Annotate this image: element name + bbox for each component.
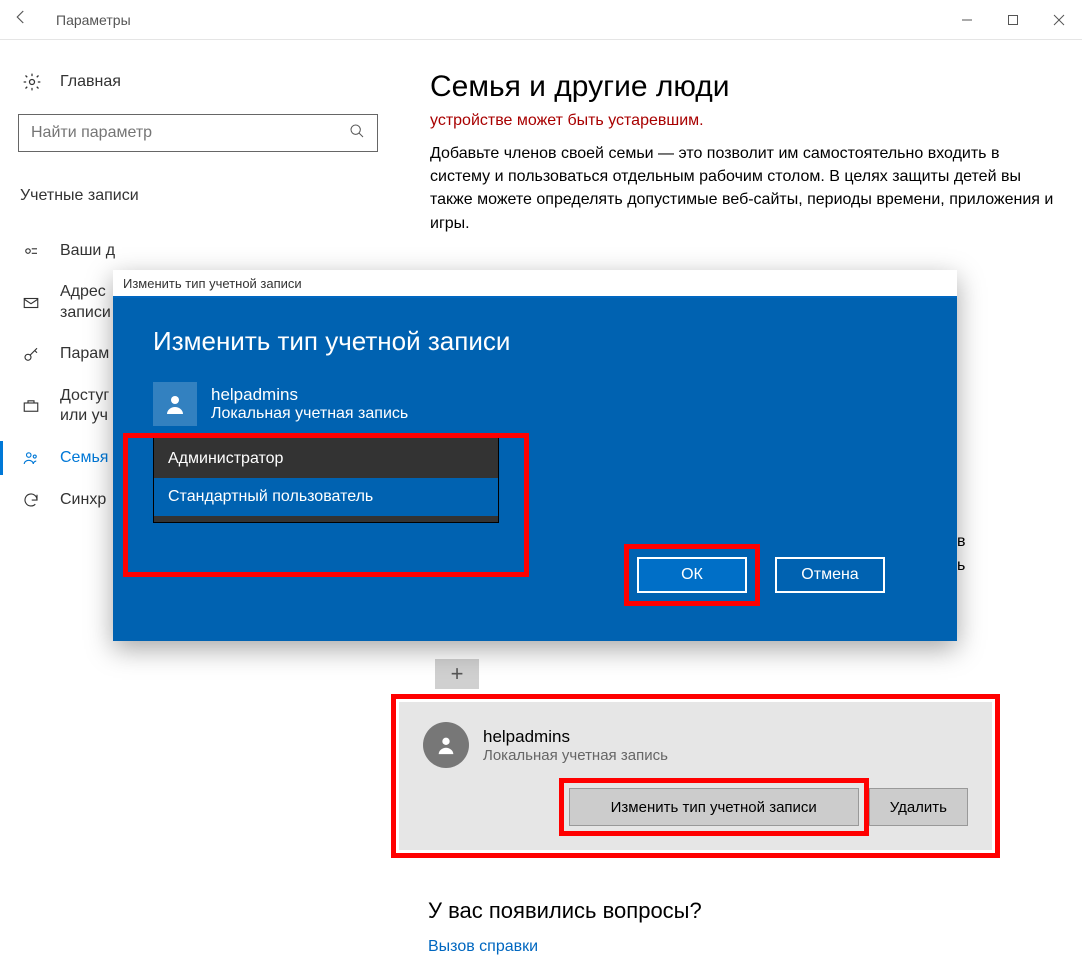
change-account-type-button[interactable]: Изменить тип учетной записи bbox=[569, 788, 859, 826]
badge-icon bbox=[20, 240, 42, 262]
help-link[interactable]: Вызов справки bbox=[428, 938, 538, 955]
add-user-tab[interactable]: + bbox=[435, 659, 479, 689]
briefcase-icon bbox=[20, 395, 42, 417]
search-input-wrap[interactable] bbox=[18, 114, 378, 152]
dialog-user-row: helpadmins Локальная учетная запись bbox=[153, 382, 917, 426]
mail-icon bbox=[20, 292, 42, 314]
back-button[interactable] bbox=[12, 8, 48, 31]
dialog-user-name: helpadmins bbox=[211, 385, 408, 405]
change-account-type-dialog: Изменить тип учетной записи Изменить тип… bbox=[113, 270, 957, 641]
description-text: Добавьте членов своей семьи — это позвол… bbox=[430, 142, 1062, 235]
button-label: Изменить тип учетной записи bbox=[611, 799, 817, 816]
card-user-name: helpadmins bbox=[483, 727, 668, 747]
section-label: Учетные записи bbox=[20, 187, 400, 205]
card-user-type: Локальная учетная запись bbox=[483, 747, 668, 764]
user-avatar-icon bbox=[423, 722, 469, 768]
account-type-dropdown[interactable]: Администратор Стандартный пользователь bbox=[153, 433, 499, 523]
nav-label: Достуг или уч bbox=[60, 386, 109, 428]
user-avatar-icon bbox=[153, 382, 197, 426]
dialog-titlebar[interactable]: Изменить тип учетной записи bbox=[113, 270, 957, 298]
search-icon bbox=[349, 123, 365, 144]
search-input[interactable] bbox=[31, 124, 349, 142]
sync-icon bbox=[20, 489, 42, 511]
nav-label: Ваши д bbox=[60, 241, 115, 262]
maximize-button[interactable] bbox=[990, 4, 1036, 36]
key-icon bbox=[20, 344, 42, 366]
dialog-heading: Изменить тип учетной записи bbox=[153, 326, 917, 357]
ok-button[interactable]: ОК bbox=[637, 557, 747, 593]
gear-icon bbox=[20, 70, 44, 94]
warning-text: устройстве может быть устаревшим. bbox=[430, 112, 1062, 130]
cutoff-text: вь bbox=[957, 530, 966, 578]
home-label: Главная bbox=[60, 73, 121, 91]
window-title: Параметры bbox=[48, 12, 944, 28]
nav-label: Синхр bbox=[60, 490, 106, 511]
dropdown-option-admin[interactable]: Администратор bbox=[154, 440, 498, 478]
questions-heading: У вас появились вопросы? bbox=[428, 898, 702, 924]
window-titlebar: Параметры bbox=[0, 0, 1082, 40]
cancel-button[interactable]: Отмена bbox=[775, 557, 885, 593]
nav-label: Семья bbox=[60, 448, 108, 469]
minimize-button[interactable] bbox=[944, 4, 990, 36]
close-button[interactable] bbox=[1036, 4, 1082, 36]
dialog-user-type: Локальная учетная запись bbox=[211, 405, 408, 423]
home-link[interactable]: Главная bbox=[20, 70, 400, 94]
people-icon bbox=[20, 447, 42, 469]
dropdown-option-standard[interactable]: Стандартный пользователь bbox=[154, 478, 498, 516]
nav-your-info[interactable]: Ваши д bbox=[0, 230, 400, 272]
delete-user-button[interactable]: Удалить bbox=[869, 788, 968, 826]
page-title: Семья и другие люди bbox=[430, 70, 1062, 104]
user-card: helpadmins Локальная учетная запись Изме… bbox=[399, 702, 992, 850]
nav-label: Адрес записи bbox=[60, 282, 111, 324]
nav-label: Парам bbox=[60, 344, 109, 365]
button-label: Удалить bbox=[890, 799, 947, 816]
